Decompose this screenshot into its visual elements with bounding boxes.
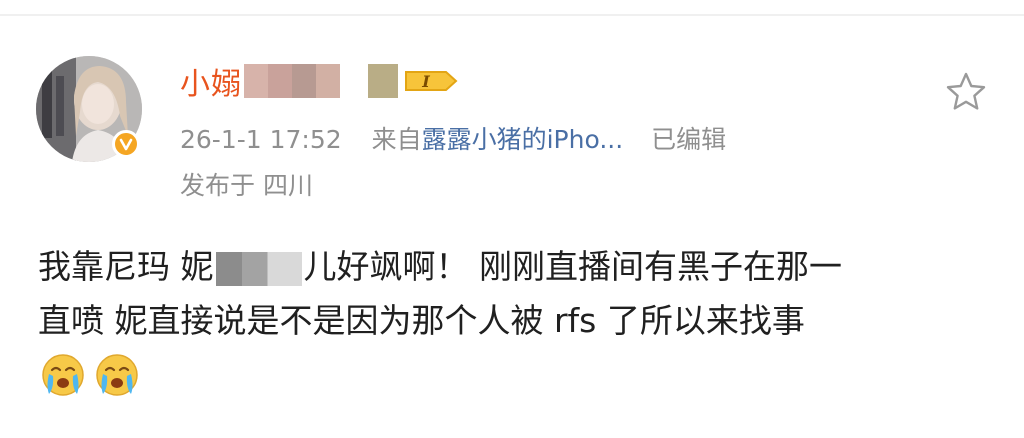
star-outline-icon[interactable] bbox=[944, 70, 988, 114]
weibo-post-card: 小嫋 I 26-1-1 17:52 来自露露小猪的iPho... 已编辑 发布于… bbox=[0, 0, 1024, 438]
source-prefix: 来自 bbox=[371, 125, 422, 154]
crying-face-icon bbox=[42, 354, 84, 396]
post-timestamp: 26-1-1 17:52 bbox=[180, 125, 342, 154]
redacted-name-mosaic bbox=[244, 64, 340, 98]
post-location: 发布于 四川 bbox=[180, 171, 313, 200]
verified-v-icon bbox=[112, 130, 140, 158]
content-line: 我靠尼玛 妮 儿好飒啊！ 刚刚直播间有黑子在那一 bbox=[38, 240, 988, 294]
post-meta: 26-1-1 17:52 来自露露小猪的iPho... 已编辑 bbox=[180, 120, 726, 156]
emoji-row bbox=[40, 352, 140, 398]
redacted-name-mosaic bbox=[215, 251, 302, 286]
divider bbox=[0, 14, 1024, 16]
edited-label[interactable]: 已编辑 bbox=[651, 125, 726, 154]
redacted-mosaic bbox=[368, 64, 398, 98]
post-content: 我靠尼玛 妮 儿好飒啊！ 刚刚直播间有黑子在那一 直喷 妮直接说是不是因为那个人被… bbox=[38, 240, 988, 348]
member-level-badge-icon[interactable]: I bbox=[402, 66, 460, 96]
source-link[interactable]: 露露小猪的iPho... bbox=[422, 125, 624, 154]
author-row: 小嫋 I bbox=[180, 58, 460, 104]
crying-face-icon bbox=[96, 354, 138, 396]
level-badge-label: I bbox=[421, 72, 430, 91]
content-text: 儿好飒啊！ 刚刚直播间有黑子在那一 bbox=[303, 247, 843, 286]
content-line: 直喷 妮直接说是不是因为那个人被 rfs 了所以来找事 bbox=[38, 301, 805, 340]
author-name[interactable]: 小嫋 bbox=[180, 59, 242, 103]
content-text: 我靠尼玛 妮 bbox=[38, 247, 214, 286]
